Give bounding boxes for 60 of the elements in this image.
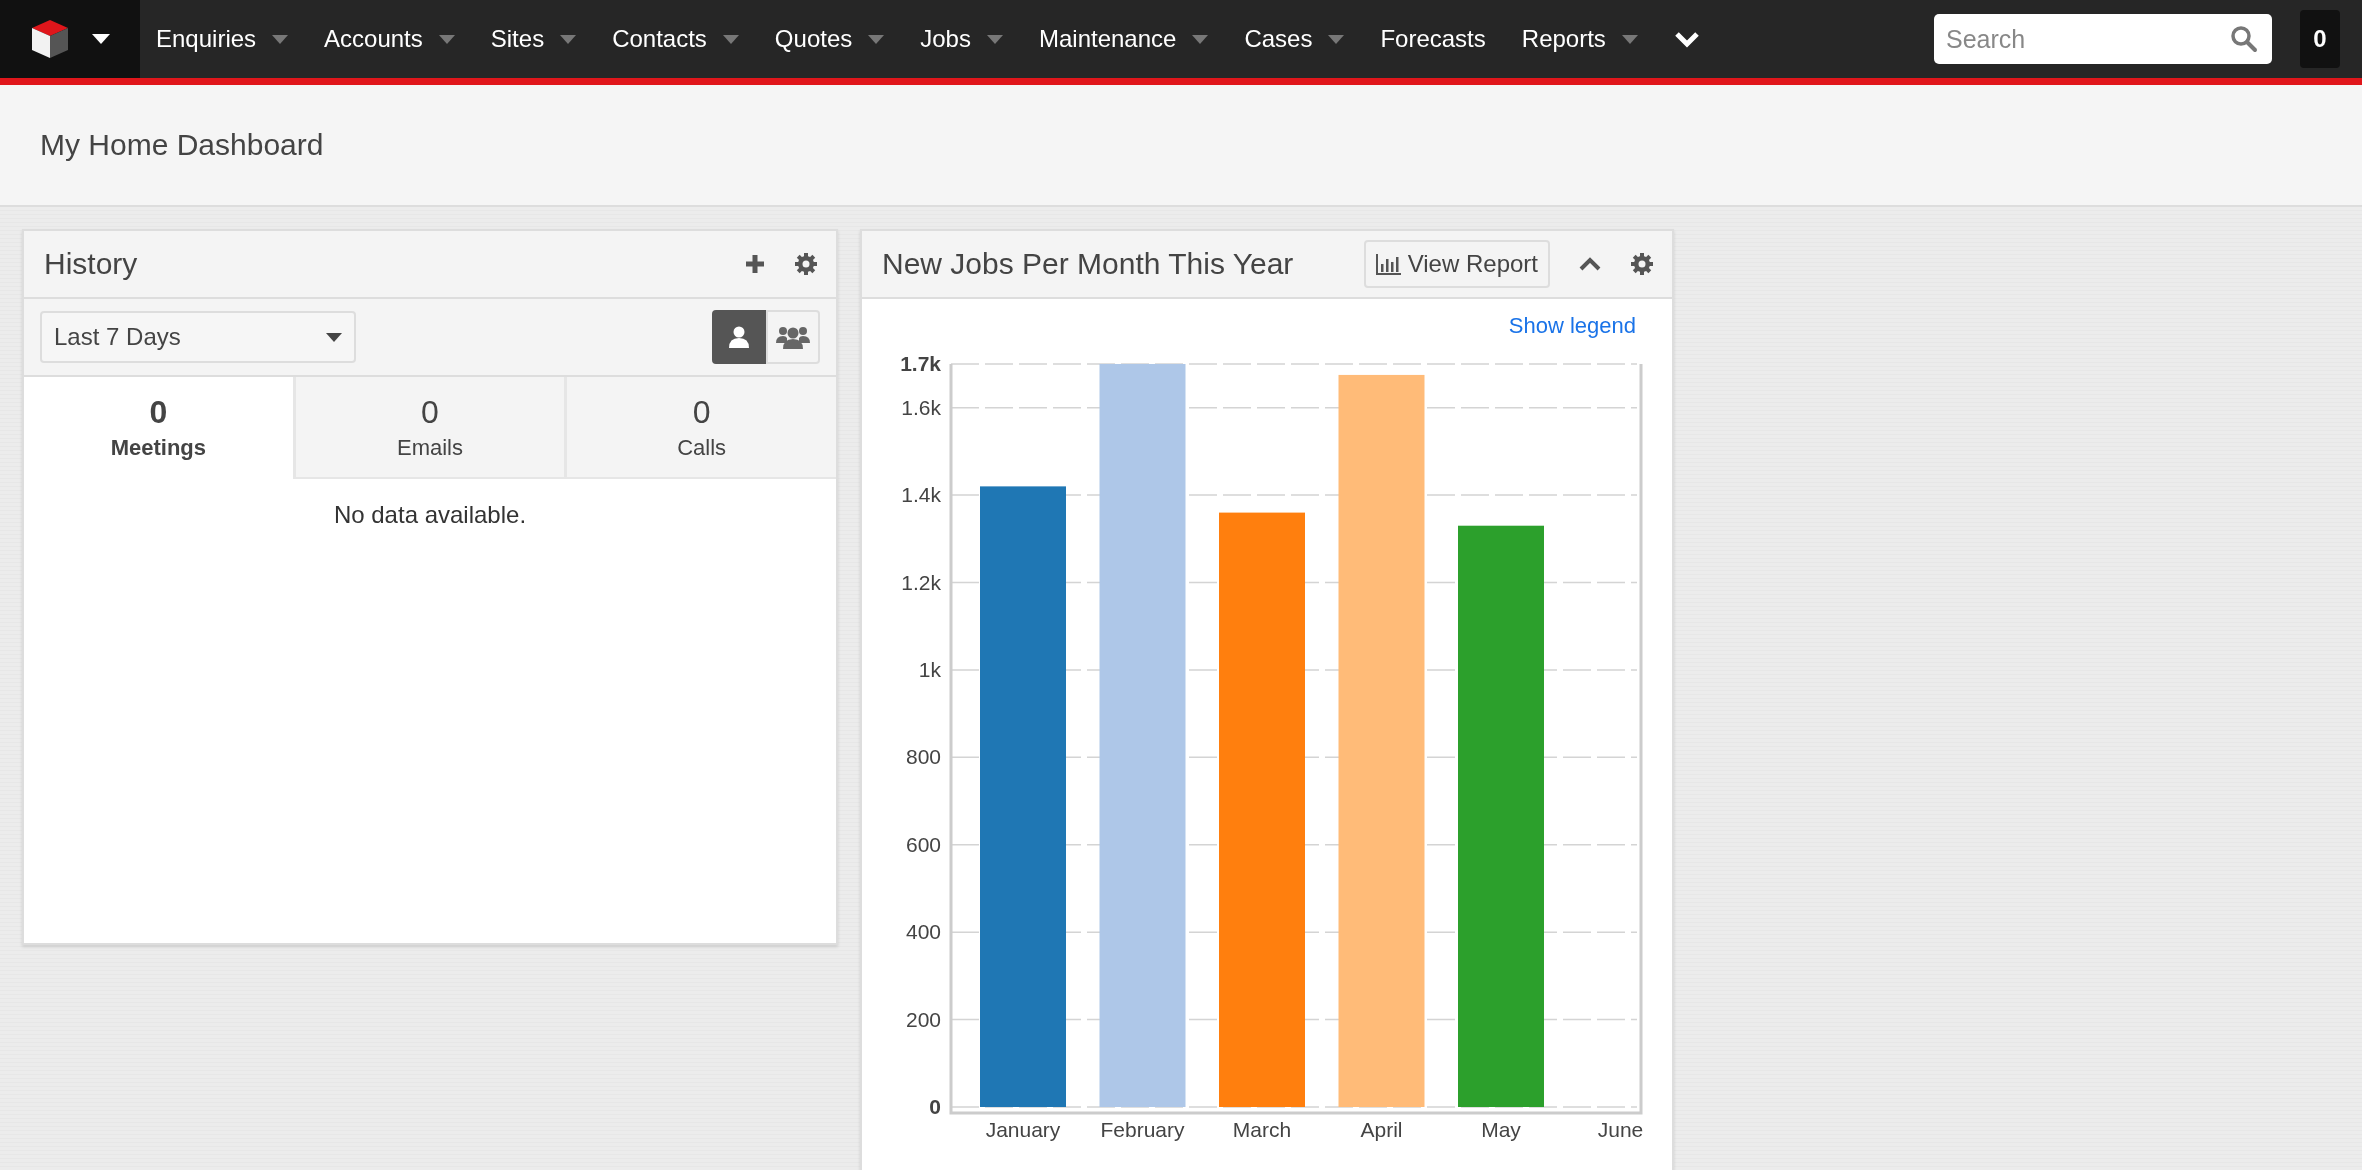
single-user-button[interactable]: [712, 310, 766, 364]
bar-chart-icon: [1375, 253, 1402, 275]
nav-link[interactable]: Quotes: [774, 25, 853, 53]
y-axis-label: 800: [905, 745, 941, 769]
caret-icon[interactable]: [986, 34, 1003, 44]
nav-link[interactable]: Sites: [490, 25, 545, 53]
y-axis-label: 1.7k: [900, 352, 941, 375]
nav-link[interactable]: Enquiries: [156, 25, 257, 53]
show-legend-link[interactable]: Show legend: [1508, 313, 1636, 339]
nav-link[interactable]: Forecasts: [1380, 25, 1486, 53]
view-report-button[interactable]: View Report: [1363, 240, 1550, 288]
search-icon[interactable]: [2230, 25, 2258, 53]
x-axis-label: April: [1360, 1118, 1403, 1141]
caret-icon[interactable]: [272, 34, 289, 44]
x-axis-label: June: [1597, 1118, 1644, 1141]
chevron-down-icon[interactable]: [1673, 30, 1700, 48]
y-axis-label: 1.6k: [901, 395, 941, 419]
caret-icon: [326, 332, 342, 342]
caret-icon[interactable]: [1192, 34, 1209, 44]
x-axis-label: February: [1100, 1118, 1185, 1141]
range-dropdown[interactable]: Last 7 Days: [40, 311, 356, 363]
panel-title: New Jobs Per Month This Year: [882, 247, 1295, 281]
caret-icon[interactable]: [560, 34, 577, 44]
caret-icon[interactable]: [1328, 34, 1345, 44]
x-axis-label: January: [985, 1118, 1061, 1141]
nav-link[interactable]: Jobs: [920, 25, 971, 53]
caret-icon: [92, 34, 110, 44]
y-axis-label: 400: [905, 920, 941, 944]
nav-link[interactable]: Maintenance: [1038, 25, 1177, 53]
x-axis-label: March: [1232, 1118, 1292, 1141]
y-axis-label: 1k: [918, 657, 941, 681]
empty-message: No data available.: [332, 500, 528, 529]
stat-tab[interactable]: 0 Meetings: [24, 377, 293, 479]
stat-tab[interactable]: 0 Calls: [564, 377, 836, 479]
stat-tab[interactable]: 0 Emails: [292, 377, 565, 479]
chevron-up-icon[interactable]: [1578, 256, 1602, 272]
y-axis-label: 600: [905, 832, 941, 856]
user-icon: [727, 325, 751, 349]
y-axis-label: 200: [905, 1007, 941, 1031]
group-icon: [776, 324, 810, 350]
plus-icon[interactable]: [744, 253, 766, 275]
nav-link[interactable]: Contacts: [612, 25, 707, 53]
x-axis-label: May: [1481, 1118, 1521, 1141]
caret-icon[interactable]: [868, 34, 885, 44]
panel-title: History: [44, 247, 139, 281]
nav-link[interactable]: Cases: [1244, 25, 1313, 53]
nav-link[interactable]: Accounts: [324, 25, 423, 53]
y-axis-label: 0: [929, 1095, 941, 1118]
caret-icon[interactable]: [1621, 34, 1638, 44]
logo-menu[interactable]: [0, 0, 140, 78]
search-field[interactable]: Search: [1934, 14, 2272, 64]
page-title: My Home Dashboard: [40, 128, 324, 162]
nav-link[interactable]: Reports: [1521, 25, 1606, 53]
caret-icon[interactable]: [722, 34, 739, 44]
y-axis-label: 1.2k: [901, 570, 941, 594]
y-axis-label: 1.4k: [901, 483, 941, 507]
group-button[interactable]: [766, 310, 820, 364]
notification-count[interactable]: 0: [2300, 10, 2340, 68]
caret-icon[interactable]: [438, 34, 455, 44]
cube-logo-icon: [30, 18, 70, 60]
